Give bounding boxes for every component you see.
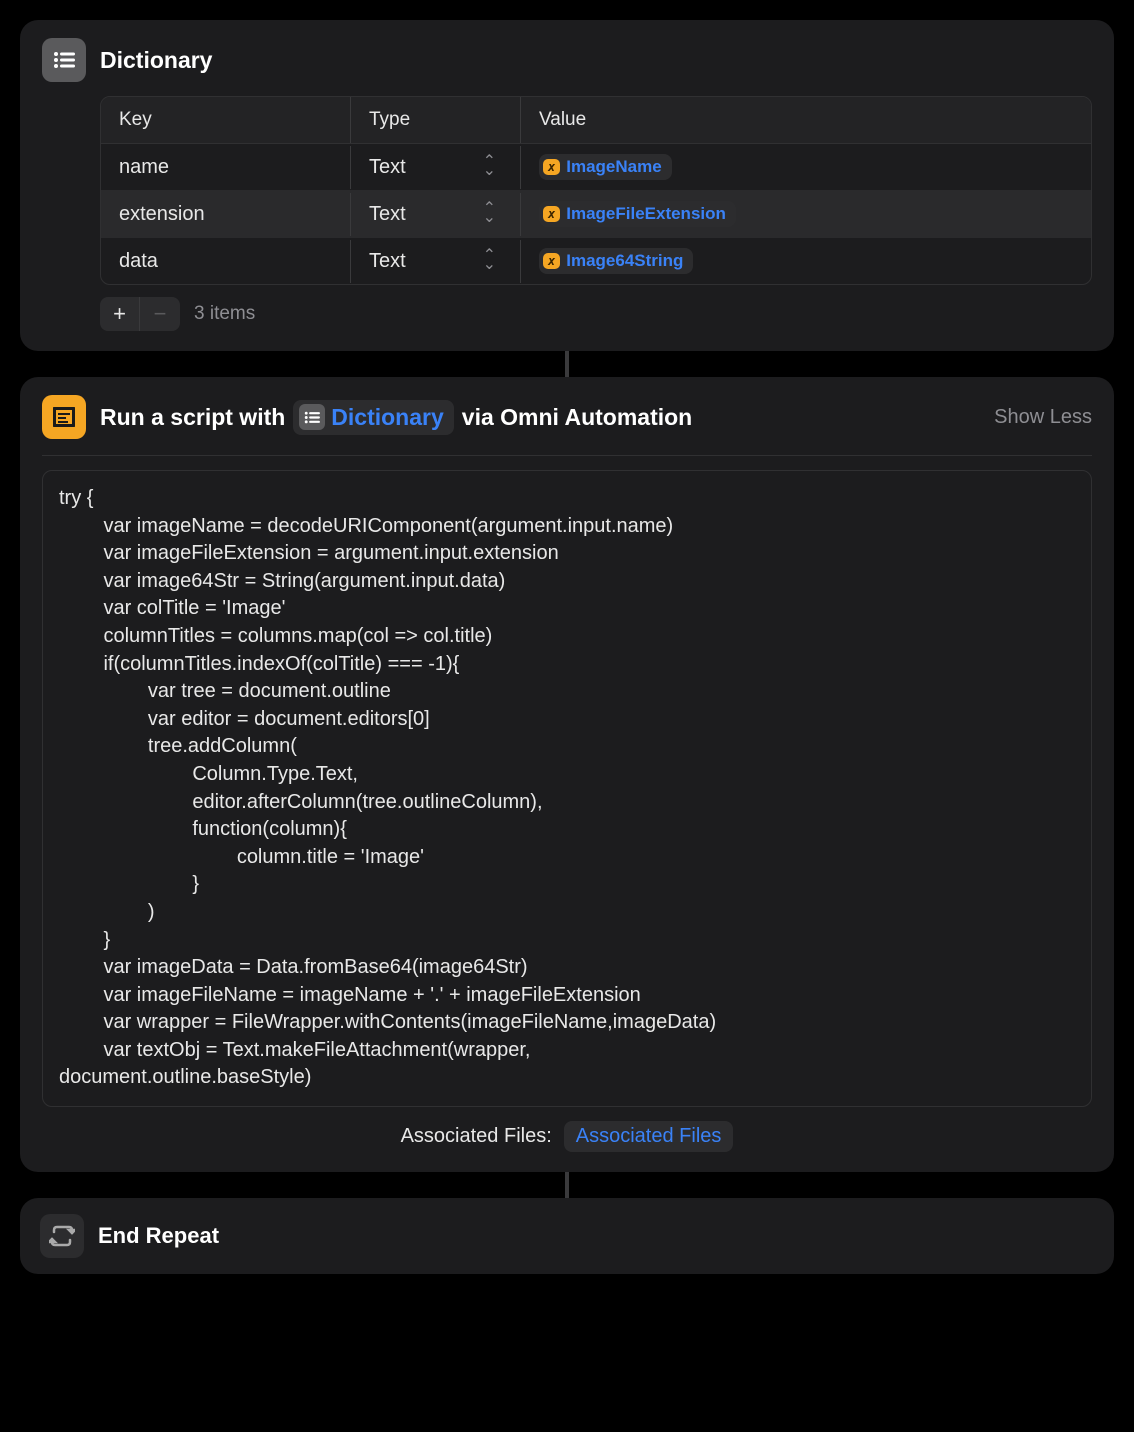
variable-name: ImageName	[566, 157, 661, 177]
dictionary-action-card: Dictionary Key Type Value name Text ⌃⌄ x…	[20, 20, 1114, 351]
variable-name: ImageFileExtension	[566, 204, 726, 224]
associated-files-row: Associated Files: Associated Files	[42, 1121, 1092, 1152]
type-text: Text	[369, 203, 406, 226]
script-editor[interactable]: try { var imageName = decodeURIComponent…	[42, 470, 1092, 1107]
variable-badge-icon: x	[543, 159, 560, 175]
chevron-updown-icon[interactable]: ⌃⌄	[483, 158, 496, 176]
dictionary-header: Dictionary	[42, 38, 1092, 82]
end-repeat-title: End Repeat	[98, 1223, 219, 1249]
table-row[interactable]: data Text ⌃⌄ x Image64String	[101, 238, 1091, 284]
script-code[interactable]: try { var imageName = decodeURIComponent…	[59, 485, 1075, 1092]
key-cell[interactable]: extension	[101, 193, 351, 236]
table-row[interactable]: extension Text ⌃⌄ x ImageFileExtension	[101, 191, 1091, 238]
variable-token[interactable]: x ImageName	[539, 154, 672, 180]
key-cell[interactable]: name	[101, 146, 351, 189]
repeat-icon	[40, 1214, 84, 1258]
associated-files-token[interactable]: Associated Files	[564, 1121, 734, 1152]
end-repeat-card: End Repeat	[20, 1198, 1114, 1274]
column-header-value: Value	[521, 97, 1091, 143]
dictionary-footer: + − 3 items	[100, 297, 1092, 331]
value-cell[interactable]: x ImageName	[521, 144, 1091, 190]
show-less-button[interactable]: Show Less	[994, 406, 1092, 429]
variable-name: Image64String	[566, 251, 683, 271]
list-icon	[42, 38, 86, 82]
remove-row-button[interactable]: −	[140, 297, 180, 331]
script-action-card: Run a script with Dictionary via Omni Au…	[20, 377, 1114, 1172]
associated-files-label: Associated Files:	[401, 1125, 552, 1148]
add-row-button[interactable]: +	[100, 297, 140, 331]
list-icon	[299, 404, 325, 430]
omni-automation-icon	[42, 395, 86, 439]
connector-line	[565, 1172, 569, 1198]
type-text: Text	[369, 250, 406, 273]
dictionary-body: Key Type Value name Text ⌃⌄ x ImageName	[100, 96, 1092, 331]
type-text: Text	[369, 156, 406, 179]
value-cell[interactable]: x Image64String	[521, 238, 1091, 284]
title-suffix: via Omni Automation	[462, 404, 692, 431]
variable-token[interactable]: x ImageFileExtension	[539, 201, 736, 227]
type-cell[interactable]: Text ⌃⌄	[351, 146, 521, 189]
chevron-updown-icon[interactable]: ⌃⌄	[483, 252, 496, 270]
dictionary-title: Dictionary	[100, 47, 1092, 74]
variable-token[interactable]: x Image64String	[539, 248, 693, 274]
table-row[interactable]: name Text ⌃⌄ x ImageName	[101, 144, 1091, 191]
title-prefix: Run a script with	[100, 404, 285, 431]
column-header-key: Key	[101, 97, 351, 143]
script-header: Run a script with Dictionary via Omni Au…	[42, 395, 1092, 456]
add-remove-control: + −	[100, 297, 180, 331]
dictionary-input-token[interactable]: Dictionary	[293, 400, 453, 435]
connector-line	[565, 351, 569, 377]
variable-badge-icon: x	[543, 206, 560, 222]
script-title: Run a script with Dictionary via Omni Au…	[100, 400, 980, 435]
token-label: Dictionary	[331, 404, 443, 431]
type-cell[interactable]: Text ⌃⌄	[351, 193, 521, 236]
chevron-updown-icon[interactable]: ⌃⌄	[483, 205, 496, 223]
column-header-type: Type	[351, 97, 521, 143]
variable-badge-icon: x	[543, 253, 560, 269]
key-cell[interactable]: data	[101, 240, 351, 283]
item-count-label: 3 items	[194, 303, 255, 325]
type-cell[interactable]: Text ⌃⌄	[351, 240, 521, 283]
dictionary-table: Key Type Value name Text ⌃⌄ x ImageName	[100, 96, 1092, 285]
value-cell[interactable]: x ImageFileExtension	[521, 191, 1091, 237]
table-header-row: Key Type Value	[101, 97, 1091, 144]
